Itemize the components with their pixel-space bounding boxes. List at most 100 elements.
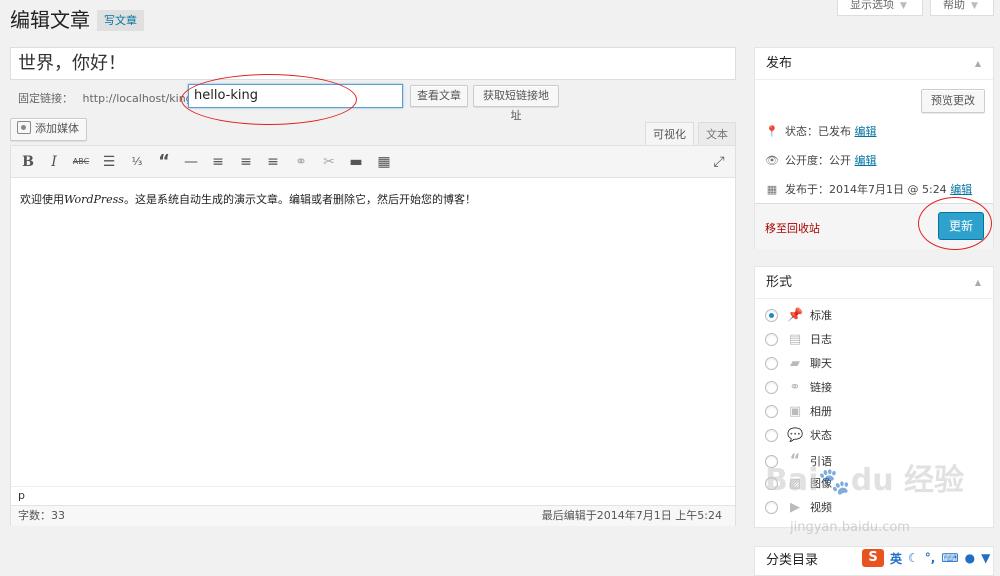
help-button[interactable]: 帮助 ▼ xyxy=(930,0,994,16)
bold-icon[interactable]: B xyxy=(18,152,38,172)
insert-link-icon[interactable]: ⚭ xyxy=(291,152,311,172)
italic-icon[interactable]: I xyxy=(44,152,64,172)
preview-changes-button[interactable]: 预览更改 xyxy=(921,89,985,113)
add-new-post-button[interactable]: 写文章 xyxy=(97,10,144,31)
permalink-row: 固定链接： http://localhost/king xyxy=(18,90,193,106)
align-left-icon[interactable]: ≡ xyxy=(208,152,228,172)
tab-visual[interactable]: 可视化 xyxy=(645,122,694,146)
permalink-base: http://localhost/king xyxy=(82,92,193,105)
published-value: 2014年7月1日 @ 5:24 xyxy=(829,183,947,196)
format-label: 相册 xyxy=(810,405,832,418)
format-label: 聊天 xyxy=(810,357,832,370)
view-post-button[interactable]: 查看文章 xyxy=(410,85,468,107)
collapse-icon[interactable]: ▲ xyxy=(975,48,981,80)
eye-icon: 👁 xyxy=(765,154,779,167)
last-edited: 最后编辑于2014年7月1日 上午5:24 xyxy=(541,509,722,522)
moon-icon[interactable]: ☾ xyxy=(908,551,919,565)
element-path: p xyxy=(11,486,735,506)
user-icon[interactable]: ● xyxy=(965,551,975,565)
word-count: 字数：33 xyxy=(18,509,65,522)
add-media-label: 添加媒体 xyxy=(35,122,79,135)
pin-icon: 📍 xyxy=(765,125,779,138)
content-prefix: 欢迎使用 xyxy=(20,193,64,206)
move-to-trash-link[interactable]: 移至回收站 xyxy=(765,220,820,236)
annotation-circle xyxy=(181,74,357,125)
radio[interactable] xyxy=(765,429,778,442)
punctuation-icon[interactable]: °, xyxy=(925,551,936,565)
collapse-icon[interactable]: ▲ xyxy=(975,267,981,299)
gallery-icon: ▣ xyxy=(788,404,802,419)
align-center-icon[interactable]: ≡ xyxy=(236,152,256,172)
format-option-link[interactable]: ⚭ 链接 xyxy=(765,378,832,398)
format-option-video[interactable]: ▶ 视频 xyxy=(765,498,832,518)
edit-date-link[interactable]: 编辑 xyxy=(950,183,972,196)
format-option-gallery[interactable]: ▣ 相册 xyxy=(765,402,832,422)
radio[interactable] xyxy=(765,501,778,514)
format-box-header[interactable]: 形式 ▲ xyxy=(755,267,993,299)
editor-toolbar: B I ABC ☰ ⅓ “ — ≡ ≡ ≡ ⚭ ✂ ▬ ▦ ⤢ xyxy=(11,146,735,178)
screen-options-button[interactable]: 显示选项 ▼ xyxy=(837,0,923,16)
visibility-value: 公开 xyxy=(829,154,851,167)
blockquote-icon[interactable]: “ xyxy=(154,152,174,172)
link-icon: ⚭ xyxy=(789,380,801,395)
get-shortlink-button[interactable]: 获取短链接地址 xyxy=(473,85,559,122)
content-suffix: 。这是系统自动生成的演示文章。编辑或者删除它，然后开始您的博客！ xyxy=(123,193,476,206)
skin-icon[interactable]: ▼ xyxy=(981,551,990,565)
ime-language[interactable]: 英 xyxy=(890,550,902,567)
editor-status-bar: 字数：33 最后编辑于2014年7月1日 上午5:24 xyxy=(11,505,735,526)
format-title: 形式 xyxy=(766,275,793,290)
post-title-input[interactable]: 世界，你好！ xyxy=(10,47,736,80)
radio[interactable] xyxy=(765,333,778,346)
horizontal-line-icon[interactable]: — xyxy=(181,152,201,172)
read-more-icon[interactable]: ▬ xyxy=(346,152,366,172)
unlink-icon[interactable]: ✂ xyxy=(319,152,339,172)
radio[interactable] xyxy=(765,357,778,370)
permalink-label: 固定链接： xyxy=(18,92,73,105)
format-option-standard[interactable]: 📌 标准 xyxy=(765,306,832,326)
visibility-row: 👁 公开度：公开 编辑 xyxy=(765,152,877,168)
video-icon: ▶ xyxy=(790,500,800,515)
status-value: 已发布 xyxy=(818,125,851,138)
status-label: 状态： xyxy=(785,125,818,138)
post-editor: B I ABC ☰ ⅓ “ — ≡ ≡ ≡ ⚭ ✂ ▬ ▦ ⤢ 欢迎使用Word… xyxy=(10,145,736,526)
add-media-button[interactable]: 添加媒体 xyxy=(10,118,87,141)
visibility-label: 公开度： xyxy=(785,154,829,167)
ime-toolbar[interactable]: S 英 ☾ °, ⌨ ● ▼ xyxy=(858,548,1000,568)
radio[interactable] xyxy=(765,405,778,418)
watermark-url: jingyan.baidu.com xyxy=(790,520,910,535)
chat-icon: ▰ xyxy=(790,356,800,371)
categories-title: 分类目录 xyxy=(766,553,819,568)
format-option-aside[interactable]: ▤ 日志 xyxy=(765,330,832,350)
publish-box-header[interactable]: 发布 ▲ xyxy=(755,48,993,80)
publish-title: 发布 xyxy=(766,56,793,71)
chevron-down-icon: ▼ xyxy=(971,1,978,11)
fullscreen-icon[interactable]: ⤢ xyxy=(709,152,729,172)
tab-text[interactable]: 文本 xyxy=(698,122,736,146)
format-option-chat[interactable]: ▰ 聊天 xyxy=(765,354,832,374)
keyboard-icon[interactable]: ⌨ xyxy=(941,551,958,565)
format-label: 视频 xyxy=(810,501,832,514)
calendar-icon: ▦ xyxy=(766,183,778,196)
baidu-watermark-logo: Bai🐾du 经验 xyxy=(765,463,965,498)
aside-icon: ▤ xyxy=(788,332,802,347)
format-option-status[interactable]: 💬 状态 xyxy=(765,426,832,446)
editor-content[interactable]: 欢迎使用WordPress。这是系统自动生成的演示文章。编辑或者删除它，然后开始… xyxy=(20,191,476,207)
page-title: 编辑文章 xyxy=(10,8,90,32)
radio-checked[interactable] xyxy=(765,309,778,322)
annotation-circle xyxy=(918,197,992,250)
align-right-icon[interactable]: ≡ xyxy=(263,152,283,172)
radio[interactable] xyxy=(765,381,778,394)
bullet-list-icon[interactable]: ☰ xyxy=(99,152,119,172)
format-label: 日志 xyxy=(810,333,832,346)
toolbar-toggle-icon[interactable]: ▦ xyxy=(374,152,394,172)
content-italic: WordPress xyxy=(64,193,124,206)
chevron-down-icon: ▼ xyxy=(900,1,907,11)
published-label: 发布于： xyxy=(785,183,829,196)
strikethrough-icon[interactable]: ABC xyxy=(71,152,91,172)
status-icon: 💬 xyxy=(787,428,804,443)
edit-visibility-link[interactable]: 编辑 xyxy=(855,154,877,167)
numbered-list-icon[interactable]: ⅓ xyxy=(127,152,147,172)
published-row: ▦ 发布于：2014年7月1日 @ 5:24 编辑 xyxy=(765,181,972,197)
screen-options-label: 显示选项 xyxy=(850,0,894,11)
edit-status-link[interactable]: 编辑 xyxy=(855,125,877,138)
